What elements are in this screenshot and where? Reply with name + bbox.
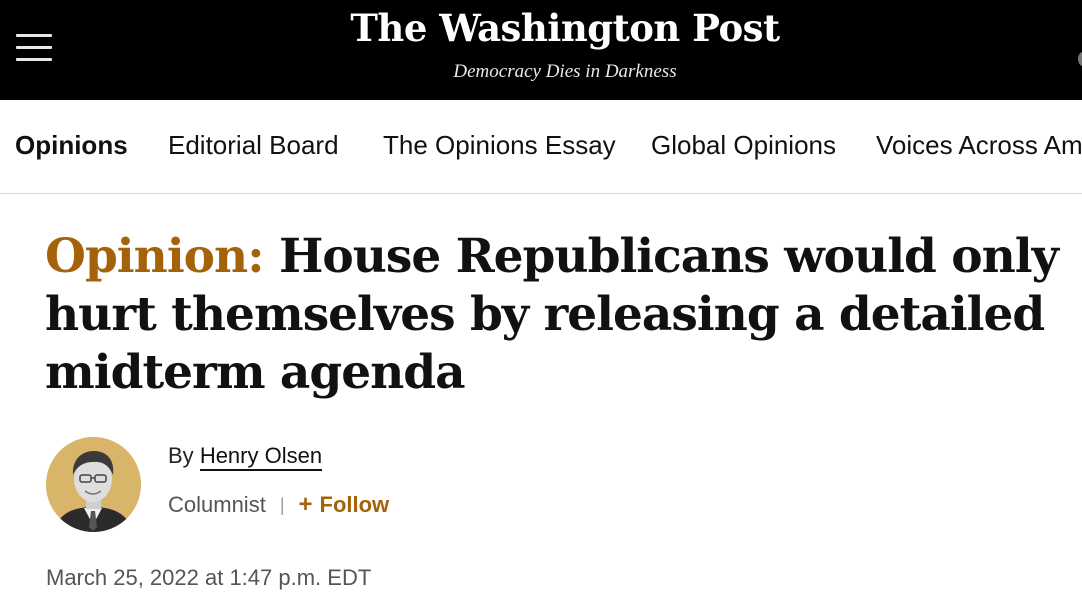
nav-item-voices-across-america[interactable]: Voices Across Am	[876, 130, 1082, 161]
nav-item-editorial-board[interactable]: Editorial Board	[168, 130, 339, 161]
user-icon[interactable]	[1078, 52, 1082, 66]
byline: By Henry Olsen	[168, 443, 323, 471]
opinion-kicker: Opinion:	[45, 229, 265, 284]
byline-prefix: By	[168, 443, 194, 468]
follow-button[interactable]: + Follow	[299, 491, 390, 519]
nav-item-global-opinions[interactable]: Global Opinions	[651, 130, 836, 161]
plus-icon: +	[298, 491, 313, 518]
section-nav: Opinions Editorial Board The Opinions Es…	[0, 100, 1082, 194]
publish-timestamp: March 25, 2022 at 1:47 p.m. EDT	[46, 565, 372, 590]
nav-item-opinions-essay[interactable]: The Opinions Essay	[383, 130, 616, 161]
follow-label: Follow	[319, 492, 390, 517]
author-role: Columnist	[168, 492, 266, 517]
article-headline: Opinion: House Republicans would only hu…	[45, 228, 1082, 402]
author-link[interactable]: Henry Olsen	[199, 443, 323, 471]
author-avatar[interactable]	[46, 437, 141, 532]
nav-item-opinions[interactable]: Opinions	[15, 130, 128, 161]
author-photo	[46, 437, 141, 532]
meta-divider: |	[279, 494, 285, 515]
author-meta: Columnist | + Follow	[168, 491, 389, 519]
site-tagline: Democracy Dies in Darkness	[453, 61, 677, 82]
masthead: The Washington Post Democracy Dies in Da…	[0, 0, 1082, 100]
site-logo[interactable]: The Washington Post	[0, 6, 1082, 50]
